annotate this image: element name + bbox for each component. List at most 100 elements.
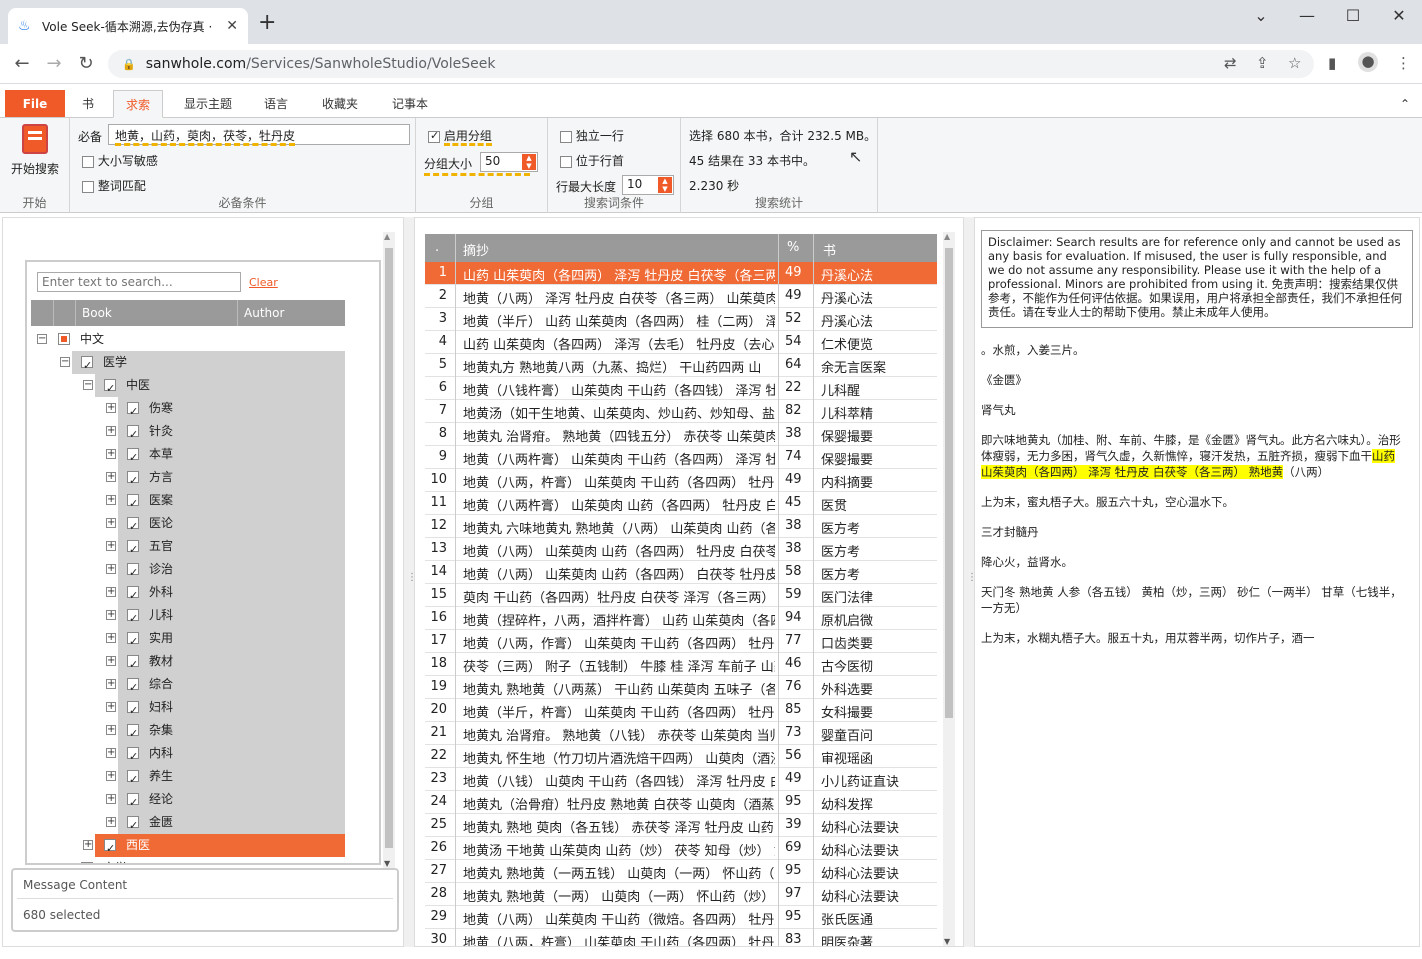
col-book[interactable]: Book (75, 300, 237, 326)
expand-icon[interactable]: + (106, 794, 116, 804)
tree-checkbox[interactable] (127, 538, 139, 561)
tree-node-selected[interactable]: + 西医 (27, 834, 345, 860)
collapse-ribbon-icon[interactable]: ⌃ (1400, 90, 1410, 118)
max-line-length-stepper[interactable]: 10 ▲ ▼ (622, 175, 674, 195)
table-row[interactable]: 20 地黄（半斤，杵膏） 山茱萸肉 干山药（各四两） 牡丹 85 女科撮要 (425, 699, 937, 722)
tree-leaf[interactable]: + 养生 (27, 765, 345, 791)
grid-scrollbar[interactable]: ▲ ▼ (943, 232, 955, 946)
lock-icon[interactable]: 🔒 (122, 58, 136, 71)
tree-checkbox[interactable] (127, 515, 139, 538)
expand-icon[interactable]: + (106, 587, 116, 597)
tree-root[interactable]: − 中文 (27, 328, 345, 351)
tree-leaf[interactable]: + 针灸 (27, 420, 345, 446)
tree-checkbox[interactable] (127, 791, 139, 814)
tree-checkbox[interactable] (81, 862, 93, 863)
table-row[interactable]: 13 地黄（八两） 山茱萸肉 山药（各四两） 牡丹皮 白茯苓 38 医方考 (425, 538, 937, 561)
menu-dots-icon[interactable]: ⋮ (1396, 54, 1411, 72)
tree-leaf[interactable]: + 内科 (27, 742, 345, 768)
side-panel-icon[interactable]: ▮ (1328, 54, 1336, 72)
group-size-stepper[interactable]: 50 ▲ ▼ (480, 152, 538, 172)
tree-checkbox[interactable] (127, 607, 139, 630)
table-row[interactable]: 22 地黄丸 怀生地（竹刀切片酒洗焙干四两） 山萸肉（酒浸 56 审视瑶函 (425, 745, 937, 768)
tree-checkbox[interactable] (127, 768, 139, 791)
table-row[interactable]: 6 地黄（八钱杵膏） 山茱萸肉 干山药（各四钱） 泽泻 牡 22 儿科醒 (425, 377, 937, 400)
tree-checkbox[interactable] (104, 837, 116, 860)
tree-checkbox[interactable] (127, 492, 139, 515)
start-search-button[interactable]: 开始搜索 (10, 124, 60, 180)
expand-icon[interactable]: + (106, 518, 116, 528)
expand-icon[interactable]: + (106, 426, 116, 436)
col-number[interactable]: . (435, 240, 439, 255)
tab-search[interactable]: 求索 (113, 90, 164, 118)
reload-icon[interactable]: ↻ (74, 53, 98, 74)
clear-link[interactable]: Clear (249, 276, 278, 289)
collapse-icon[interactable]: − (60, 357, 70, 367)
expand-icon[interactable]: + (106, 449, 116, 459)
table-row[interactable]: 30 地黄（八两，杵膏） 山茱萸肉 干山药（各四两） 牡丹 83 明医杂著 (425, 929, 937, 946)
expand-icon[interactable]: + (83, 840, 93, 850)
tree-checkbox[interactable] (127, 400, 139, 423)
whole-word-checkbox[interactable]: 整词匹配 (82, 177, 146, 194)
address-bar[interactable]: 🔒 sanwhole.com/Services/SanwholeStudio/V… (108, 50, 1314, 78)
table-row[interactable]: 17 地黄（八两，作膏） 山茱萸肉 干山药（各四两） 牡丹 77 口齿类要 (425, 630, 937, 653)
tree-checkbox[interactable] (58, 333, 70, 345)
minimize-icon[interactable]: — (1292, 6, 1322, 25)
line-start-checkbox[interactable]: 位于行首 (560, 152, 624, 169)
tree-leaf[interactable]: + 儿科 (27, 604, 345, 630)
expand-icon[interactable]: + (106, 564, 116, 574)
expand-icon[interactable]: + (106, 541, 116, 551)
table-row[interactable]: 27 地黄丸 熟地黄（一两五钱） 山萸肉（一两） 怀山药（一 95 幼科心法要诀 (425, 860, 937, 883)
tree-checkbox[interactable] (127, 584, 139, 607)
standalone-line-box[interactable] (560, 130, 572, 143)
tree-checkbox[interactable] (127, 446, 139, 469)
table-row[interactable]: 14 地黄（八两） 山茱萸肉 山药（各四两） 白茯苓 牡丹皮 58 医方考 (425, 561, 937, 584)
tab-favorites[interactable]: 收藏夹 (310, 90, 370, 118)
scroll-down-icon[interactable]: ▼ (384, 859, 390, 868)
tree-leaf[interactable]: + 杂集 (27, 719, 345, 745)
tree-checkbox[interactable] (127, 423, 139, 446)
case-sensitive-box[interactable] (82, 155, 94, 168)
close-tab-icon[interactable]: ✕ (226, 18, 238, 34)
table-row[interactable]: 10 地黄（八两，杵膏） 山茱萸肉 干山药（各四两） 牡丹 49 内科摘要 (425, 469, 937, 492)
table-row[interactable]: 9 地黄（八两杵膏） 山茱萸肉 干山药（各四两） 泽泻 牡 74 保婴撮要 (425, 446, 937, 469)
whole-word-box[interactable] (82, 180, 94, 193)
table-row[interactable]: 19 地黄丸 熟地黄（八两蒸） 干山药 山茱萸肉 五味子（各 76 外科选要 (425, 676, 937, 699)
table-row[interactable]: 26 地黄汤 干地黄 山茱萸肉 山药（炒） 茯苓 知母（炒） 黄 69 幼科心法要诀 (425, 837, 937, 860)
table-row[interactable]: 11 地黄（八两杵膏） 山茱萸肉 山药（各四两） 牡丹皮 白 45 医贯 (425, 492, 937, 515)
tree-node[interactable]: − 医学 (27, 351, 345, 377)
expand-icon[interactable]: + (106, 679, 116, 689)
bookmark-star-icon[interactable]: ☆ (1288, 54, 1301, 72)
close-window-icon[interactable]: ✕ (1384, 6, 1414, 25)
expand-icon[interactable]: + (106, 472, 116, 482)
tree-checkbox[interactable] (127, 814, 139, 837)
table-row[interactable]: 29 地黄（八两） 山茱萸肉 干山药（微焙。各四两） 牡丹皮 95 张氏医通 (425, 906, 937, 929)
expand-icon[interactable]: + (106, 403, 116, 413)
scroll-up-icon[interactable]: ▲ (944, 232, 950, 241)
tree-leaf[interactable]: + 五官 (27, 535, 345, 561)
table-row[interactable]: 18 茯苓（三两） 附子（五钱制） 牛膝 桂 泽泻 车前子 山药 46 古今医彻 (425, 653, 937, 676)
tree-leaf[interactable]: + 医案 (27, 489, 345, 515)
new-tab-button[interactable]: + (258, 12, 276, 34)
expand-icon[interactable]: + (106, 656, 116, 666)
expand-icon[interactable]: + (106, 725, 116, 735)
tree-leaf[interactable]: + 实用 (27, 627, 345, 653)
tree-checkbox[interactable] (127, 653, 139, 676)
col-author[interactable]: Author (237, 300, 345, 326)
tab-file[interactable]: File (5, 90, 65, 118)
scroll-down-icon[interactable]: ▼ (944, 937, 950, 946)
table-row[interactable]: 12 地黄丸 六味地黄丸 熟地黄（八两） 山茱萸肉 山药（各 38 医方考 (425, 515, 937, 538)
maximize-icon[interactable]: ☐ (1338, 6, 1368, 25)
tree-checkbox[interactable] (127, 469, 139, 492)
col-percent[interactable]: % (787, 240, 799, 255)
table-row[interactable]: 23 地黄（八钱） 山萸肉 干山药（各四钱） 泽泻 牡丹皮 白 49 小儿药证直诀 (425, 768, 937, 791)
table-row[interactable]: 15 萸肉 干山药（各四两）牡丹皮 白茯苓 泽泻（各三两） 59 医门法律 (425, 584, 937, 607)
enable-grouping-checkbox[interactable]: 启用分组 (428, 127, 492, 146)
tree-node[interactable]: − 中医 (27, 374, 345, 400)
table-row[interactable]: 2 地黄（八两） 泽泻 牡丹皮 白茯苓（各三两） 山茱萸肉 49 丹溪心法 (425, 285, 937, 308)
tree-search-input[interactable] (37, 272, 241, 292)
table-row[interactable]: 21 地黄丸 治肾疳。 熟地黄（八钱） 赤茯苓 山茱萸肉 当归 73 婴童百问 (425, 722, 937, 745)
profile-avatar[interactable]: ● (1358, 52, 1378, 72)
tree-leaf[interactable]: + 教材 (27, 650, 345, 676)
tree-checkbox[interactable] (127, 676, 139, 699)
share-icon[interactable]: ⇪ (1256, 54, 1269, 72)
